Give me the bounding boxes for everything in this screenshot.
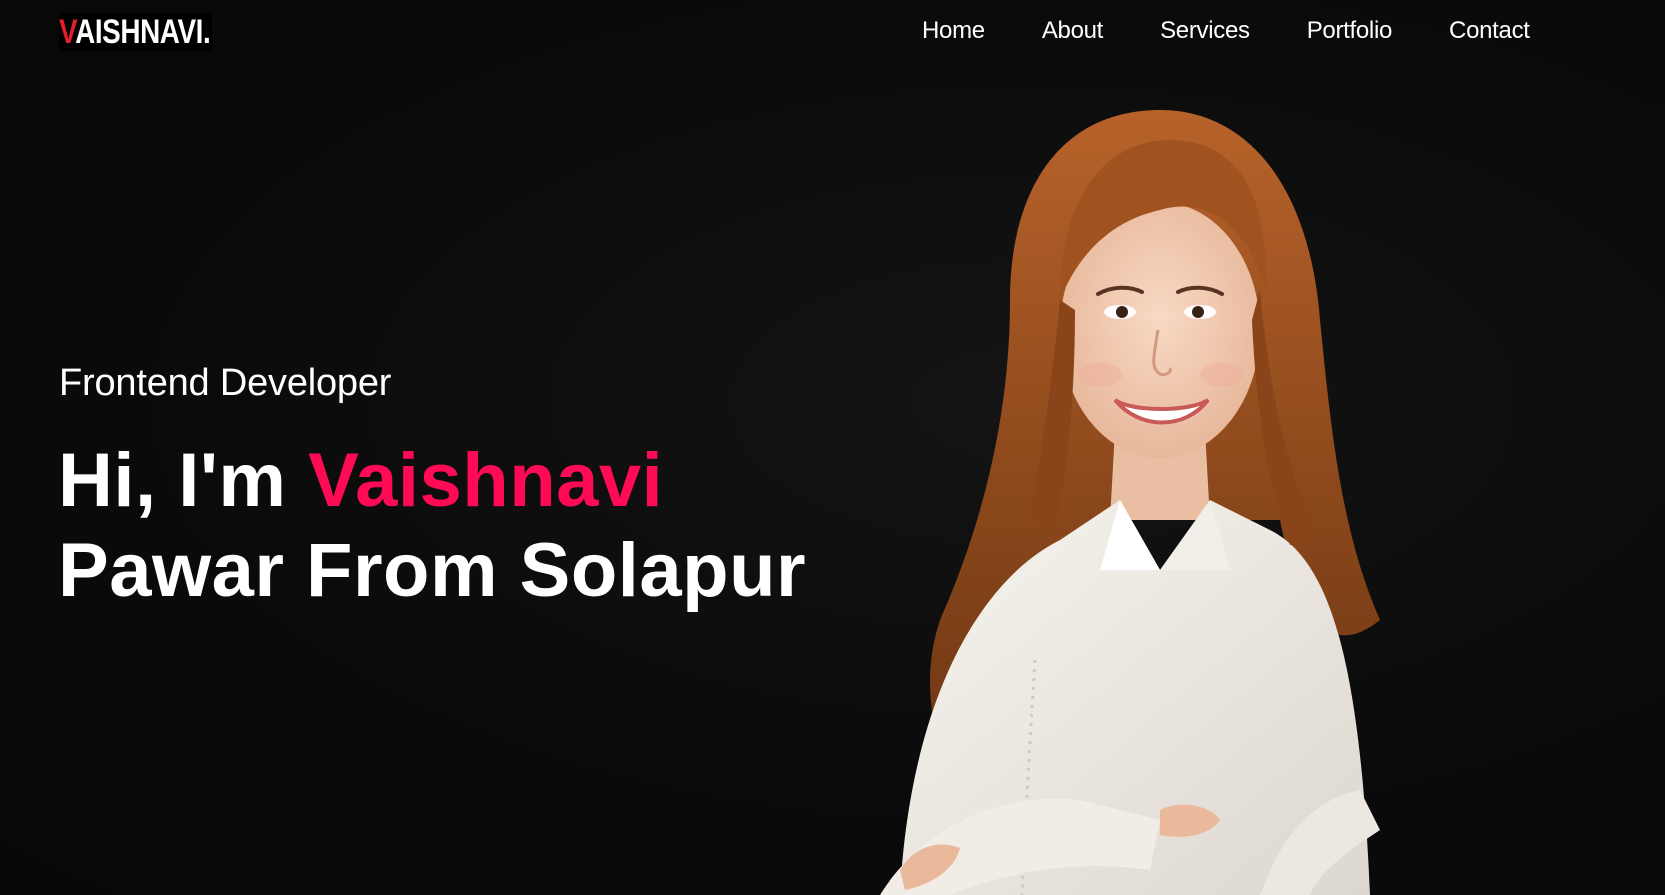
hero-page: VAISHNAVI. Home About Services Portfolio… <box>0 0 1665 895</box>
nav-contact[interactable]: Contact <box>1449 14 1530 48</box>
hero-name-highlight: Vaishnavi <box>308 438 664 523</box>
hero-greeting: Hi, I'm <box>58 438 287 523</box>
nav-about[interactable]: About <box>1042 14 1104 48</box>
portrait-image <box>880 110 1380 895</box>
nav-portfolio[interactable]: Portfolio <box>1307 14 1393 48</box>
nav-services[interactable]: Services <box>1160 14 1250 48</box>
hero-role: Frontend Developer <box>59 362 392 404</box>
logo-text: AISHNAVI. <box>75 13 211 51</box>
hero-headline-line2: Pawar From Solapur <box>58 528 807 613</box>
nav-home[interactable]: Home <box>922 14 985 48</box>
hero-headline: Hi, I'm Vaishnavi Pawar From Solapur <box>58 436 806 616</box>
main-nav: Home About Services Portfolio Contact <box>922 14 1587 48</box>
logo-accent-letter: V <box>59 13 76 51</box>
site-logo[interactable]: VAISHNAVI. <box>59 13 212 51</box>
